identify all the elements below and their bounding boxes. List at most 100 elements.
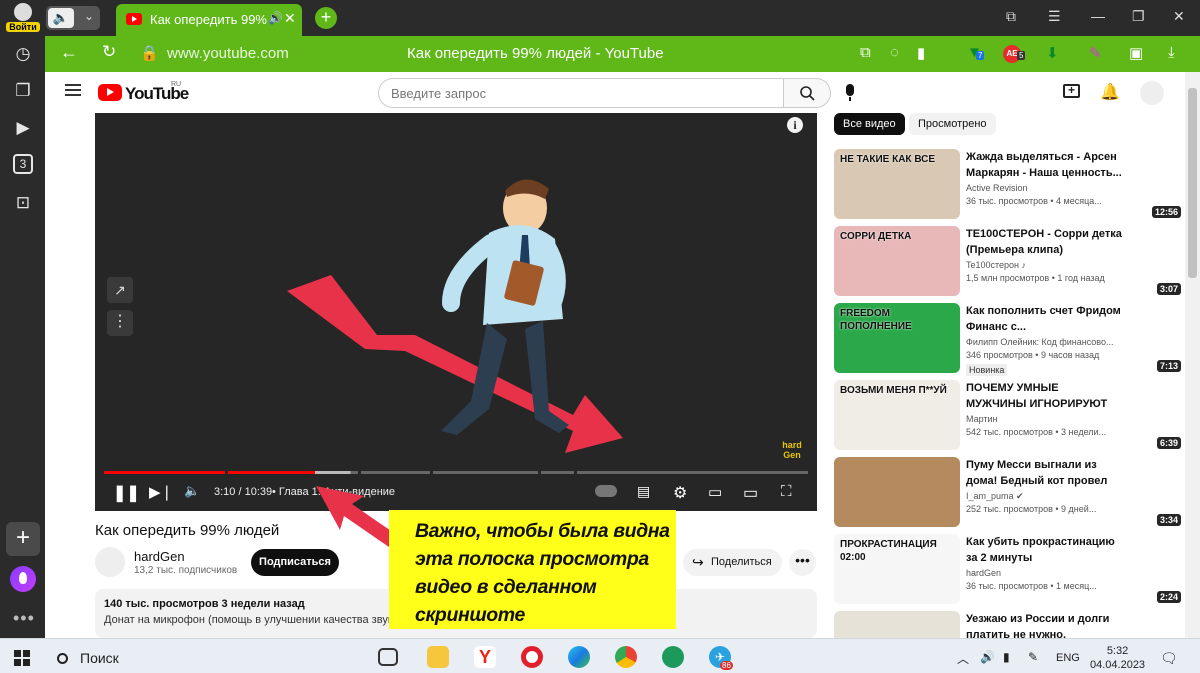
bookmark-icon[interactable]: ▮ <box>917 44 925 62</box>
task-view-icon[interactable] <box>378 648 398 666</box>
rec-channel[interactable]: I_am_puma ✔ <box>966 491 1024 502</box>
rec-channel[interactable]: Active Revision <box>966 183 1028 193</box>
video-thumbnail[interactable]: FREEDOM ПОПОЛНЕНИЕ <box>834 303 960 373</box>
alice-assistant-icon[interactable] <box>10 566 36 592</box>
media-icon[interactable]: ▶ <box>11 116 35 140</box>
more-icon[interactable]: ••• <box>13 608 35 629</box>
add-panel-button[interactable]: + <box>6 522 40 556</box>
language-indicator[interactable]: ENG <box>1056 652 1080 664</box>
settings-icon[interactable]: ⚙ <box>673 483 687 503</box>
list-item[interactable]: FREEDOM ПОПОЛНЕНИЕ 7:13 Как пополнить сч… <box>834 303 1184 376</box>
rec-channel[interactable]: Филипп Олейник: Код финансово... <box>966 337 1114 347</box>
autoplay-toggle[interactable] <box>595 485 617 497</box>
lock-icon[interactable]: 🔒 <box>140 44 159 62</box>
screenshot-icon[interactable]: ⊡ <box>11 191 35 215</box>
account-avatar[interactable] <box>1140 81 1164 105</box>
menu-icon[interactable]: ☰ <box>1048 8 1061 25</box>
zen-icon[interactable]: 3 <box>13 154 33 174</box>
channel-name[interactable]: hardGen <box>134 549 185 564</box>
translate-icon[interactable]: ⧉ <box>860 44 871 61</box>
list-item[interactable]: СОРРИ ДЕТКА 3:07 TE100CTEPOH - Сорри дет… <box>834 226 1184 298</box>
video-player[interactable]: i ↗ ⋮ hard Gen ❚❚ ▶❘ 🔈 3:10 / 10:39 • Гл… <box>95 113 817 511</box>
youtube-logo-icon[interactable] <box>98 84 122 101</box>
filter-chip-all[interactable]: Все видео <box>834 113 905 135</box>
reload-icon[interactable]: ↻ <box>102 42 116 62</box>
mic-icon[interactable] <box>846 84 854 101</box>
page-scrollbar[interactable] <box>1185 72 1200 638</box>
close-window-icon[interactable]: ✕ <box>1173 8 1185 25</box>
fullscreen-icon[interactable]: ⛶ <box>781 483 792 500</box>
rec-title[interactable]: Жажда выделяться - Арсен Маркарян - Наша… <box>966 149 1122 181</box>
collections-icon[interactable]: ▣ <box>1129 44 1143 62</box>
edge-icon[interactable] <box>568 646 590 668</box>
theater-mode-icon[interactable]: ▭ <box>743 483 758 503</box>
rec-title[interactable]: Как убить прокрастинацию за 2 минуты <box>966 534 1122 566</box>
channel-watermark[interactable]: hard Gen <box>777 440 807 462</box>
video-thumbnail[interactable]: НЕ ТАКИЕ КАК ВСЕ <box>834 149 960 219</box>
rec-title[interactable]: Уезжаю из России и долги платить не нужн… <box>966 611 1122 638</box>
feather-icon[interactable]: ✎ <box>1089 44 1102 62</box>
pen-icon[interactable]: ✎ <box>1028 650 1038 664</box>
opera-icon[interactable] <box>521 646 543 668</box>
info-icon[interactable]: i <box>787 117 803 133</box>
rec-title[interactable]: Как пополнить счет Фридом Финанс с... <box>966 303 1122 335</box>
bookmark-panel-icon[interactable]: ⧉ <box>1006 8 1016 25</box>
history-icon[interactable]: ◷ <box>11 42 35 66</box>
create-video-icon[interactable]: + <box>1063 84 1080 98</box>
hamburger-menu-icon[interactable] <box>65 84 81 96</box>
file-explorer-icon[interactable] <box>427 646 449 668</box>
minimize-icon[interactable]: — <box>1091 8 1105 24</box>
chapter-segment[interactable] <box>104 471 226 474</box>
rec-channel[interactable]: Te100стерон ♪ <box>966 260 1026 270</box>
chrome-icon[interactable] <box>615 646 637 668</box>
notifications-center-icon[interactable]: 🗨 <box>1160 650 1178 667</box>
search-input[interactable]: Введите запрос <box>378 78 784 108</box>
filter-chip-watched[interactable]: Просмотрено <box>909 113 996 135</box>
more-actions-button[interactable]: ••• <box>789 549 816 576</box>
list-item[interactable]: 3:34 Пуму Месси выгнали из дома! Бедный … <box>834 457 1184 529</box>
downloads-icon[interactable]: ⤓ <box>1168 44 1175 61</box>
collections-icon[interactable]: ❐ <box>11 79 35 103</box>
share-overlay-icon[interactable]: ↗ <box>107 277 133 303</box>
list-item[interactable]: ПРОКРАСТИНАЦИЯ 02:00 2:24 Как убить прок… <box>834 534 1184 606</box>
search-button[interactable] <box>783 78 831 108</box>
list-item[interactable]: Уезжаю из России и долги платить не нужн… <box>834 611 1184 638</box>
channel-avatar[interactable] <box>95 547 125 577</box>
subtitles-icon[interactable]: ▤ <box>637 483 650 500</box>
chapter-segment[interactable] <box>541 471 575 474</box>
back-icon[interactable]: ← <box>60 42 78 63</box>
more-options-icon[interactable]: ⋮ <box>107 310 133 336</box>
sound-menu-button[interactable]: 🔈 ⌄ <box>46 6 100 30</box>
video-thumbnail[interactable]: ВОЗЬМИ МЕНЯ П**УЙ <box>834 380 960 450</box>
list-item[interactable]: НЕ ТАКИЕ КАК ВСЕ 12:56 Жажда выделяться … <box>834 149 1184 221</box>
chapter-segment[interactable] <box>432 471 539 474</box>
scrollbar-thumb[interactable] <box>1188 88 1197 278</box>
video-thumbnail[interactable]: ПРОКРАСТИНАЦИЯ 02:00 <box>834 534 960 604</box>
network-icon[interactable]: ▮ <box>1003 650 1010 664</box>
login-button[interactable]: Войти <box>6 3 40 33</box>
download-icon[interactable]: ⬇ <box>1046 44 1059 62</box>
tab-close-icon[interactable]: ✕ <box>284 10 296 27</box>
chat-icon[interactable]: ◌ <box>890 44 899 61</box>
miniplayer-icon[interactable]: ▭ <box>708 483 722 501</box>
tray-chevron-icon[interactable]: ︿ <box>957 650 969 667</box>
new-tab-button[interactable]: + <box>315 7 337 29</box>
windows-start-icon[interactable] <box>14 650 30 666</box>
rec-title[interactable]: ПОЧЕМУ УМНЫЕ МУЖЧИНЫ ИГНОРИРУЮТ ЖЕНЩИН (… <box>966 380 1122 412</box>
taskbar-search[interactable]: Поиск <box>57 650 119 666</box>
next-icon[interactable]: ▶❘ <box>149 483 173 501</box>
yandex-browser-icon[interactable]: Y <box>474 646 496 668</box>
system-clock[interactable]: 5:32 04.04.2023 <box>1090 644 1145 672</box>
notifications-icon[interactable]: 🔔 <box>1100 82 1120 102</box>
video-thumbnail[interactable]: СОРРИ ДЕТКА <box>834 226 960 296</box>
progress-bar[interactable] <box>104 471 808 474</box>
tab-audio-icon[interactable]: 🔊 <box>268 11 283 25</box>
url-field[interactable]: www.youtube.com <box>167 45 289 62</box>
video-thumbnail[interactable] <box>834 611 960 638</box>
rec-title[interactable]: Пуму Месси выгнали из дома! Бедный кот п… <box>966 457 1122 489</box>
list-item[interactable]: ВОЗЬМИ МЕНЯ П**УЙ 6:39 ПОЧЕМУ УМНЫЕ МУЖЧ… <box>834 380 1184 452</box>
volume-tray-icon[interactable]: 🔊 <box>980 650 995 664</box>
rec-title[interactable]: TE100CTEPOH - Сорри детка (Премьера клип… <box>966 226 1122 258</box>
rec-channel[interactable]: hardGen <box>966 568 1001 578</box>
volume-icon[interactable]: 🔈 <box>184 483 200 499</box>
